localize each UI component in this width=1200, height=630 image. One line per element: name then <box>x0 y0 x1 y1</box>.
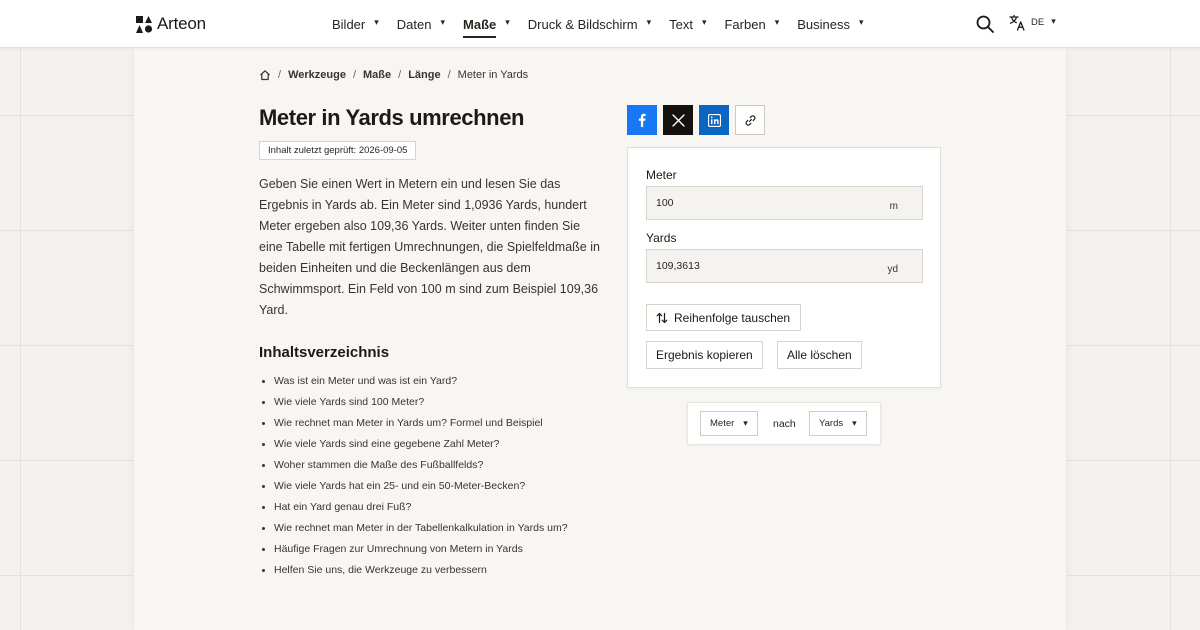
chevron-down-icon: ▾ <box>852 418 857 428</box>
top-navigation-bar: Arteon Bilder ▾ Daten ▾ Maße ▾ Druck & B… <box>0 0 1200 48</box>
search-button[interactable] <box>975 14 995 34</box>
breadcrumb-separator: / <box>352 69 356 81</box>
page-title: Meter in Yards umrechnen <box>259 105 525 130</box>
nav-item-text[interactable]: Text ▾ <box>669 17 706 32</box>
yards-field-wrapper: yd <box>646 249 923 283</box>
breadcrumb-current: Meter in Yards <box>457 69 529 81</box>
chevron-down-icon: ▾ <box>701 16 707 27</box>
copy-link-button[interactable] <box>735 105 765 135</box>
arteon-logo-mark-icon <box>136 15 153 33</box>
share-buttons <box>627 105 765 135</box>
unit-select-bar: Meter ▾ nach Yards ▾ <box>687 402 881 445</box>
nav-label: Business <box>797 16 850 32</box>
nav-item-daten[interactable]: Daten ▾ <box>397 17 445 32</box>
breadcrumb-separator: / <box>447 69 451 81</box>
language-switcher[interactable]: DE ▾ <box>1009 14 1056 31</box>
toc-item[interactable]: Was ist ein Meter und was ist ein Yard? <box>259 371 568 392</box>
chevron-down-icon: ▾ <box>743 418 748 428</box>
main-nav: Bilder ▾ Daten ▾ Maße ▾ Druck & Bildschi… <box>332 0 882 48</box>
yards-input[interactable] <box>647 250 922 282</box>
toc-item[interactable]: Woher stammen die Maße des Fußballfelds? <box>259 455 568 476</box>
breadcrumb-separator: / <box>398 69 402 81</box>
language-code: DE <box>1031 17 1045 28</box>
chevron-down-icon: ▾ <box>646 16 652 27</box>
translate-icon <box>1009 14 1025 31</box>
chevron-down-icon: ▾ <box>374 16 379 27</box>
toc-item[interactable]: Häufige Fragen zur Umrechnung von Metern… <box>259 539 568 560</box>
toc-item[interactable]: Wie rechnet man Meter in der Tabellenkal… <box>259 518 568 539</box>
chevron-down-icon: ▾ <box>505 16 510 27</box>
swap-order-button[interactable]: Reihenfolge tauschen <box>646 304 802 331</box>
swap-order-label: Reihenfolge tauschen <box>674 310 791 325</box>
share-linkedin-button[interactable] <box>699 105 729 135</box>
brand-logo[interactable]: Arteon <box>136 14 206 34</box>
chevron-down-icon: ▾ <box>1051 16 1056 26</box>
nav-label: Farben <box>724 16 766 32</box>
search-icon <box>976 15 994 33</box>
nav-label: Text <box>669 16 693 32</box>
toc-title: Inhaltsverzeichnis <box>259 344 390 361</box>
meter-label: Meter <box>646 168 677 182</box>
nav-label: Bilder <box>332 16 366 32</box>
from-unit-value: Meter <box>710 418 735 429</box>
last-reviewed-badge: Inhalt zuletzt geprüft: 2026-09-05 <box>259 141 417 160</box>
main-content: / Werkzeuge / Maße / Länge / Meter in Ya… <box>134 48 1066 630</box>
toc-item[interactable]: Wie viele Yards hat ein 25- und ein 50-M… <box>259 476 568 497</box>
nav-item-bilder[interactable]: Bilder ▾ <box>332 17 379 32</box>
facebook-icon <box>638 113 646 127</box>
nav-item-farben[interactable]: Farben ▾ <box>724 17 779 32</box>
nav-item-masse[interactable]: Maße ▾ <box>463 16 510 38</box>
nav-item-business[interactable]: Business ▾ <box>797 17 863 32</box>
x-icon <box>671 113 685 127</box>
yards-label: Yards <box>646 231 677 245</box>
meter-input[interactable] <box>647 187 922 219</box>
share-x-button[interactable] <box>663 105 693 135</box>
unit-converter: Meter m Yards yd Reihenfolge tauschen Er… <box>627 147 941 388</box>
nav-label: Daten <box>396 16 432 32</box>
copy-result-button[interactable]: Ergebnis kopieren <box>646 341 763 369</box>
toc-item[interactable]: Wie rechnet man Meter in Yards um? Forme… <box>259 413 568 434</box>
to-unit-select[interactable]: Yards ▾ <box>809 411 867 436</box>
nav-item-druck-bildschirm[interactable]: Druck & Bildschirm ▾ <box>528 17 651 32</box>
toc-list: Was ist ein Meter und was ist ein Yard? … <box>259 371 568 581</box>
linkedin-icon <box>707 113 721 127</box>
nav-label: Maße <box>463 16 497 38</box>
toc-item[interactable]: Hat ein Yard genau drei Fuß? <box>259 497 568 518</box>
brand-name: Arteon <box>157 14 206 33</box>
breadcrumb-item-laenge[interactable]: Länge <box>408 69 440 81</box>
clear-all-button[interactable]: Alle löschen <box>777 341 862 369</box>
meter-unit: m <box>889 201 898 212</box>
from-unit-select[interactable]: Meter ▾ <box>700 411 758 436</box>
chevron-down-icon: ▾ <box>774 16 780 27</box>
breadcrumb-item-werkzeuge[interactable]: Werkzeuge <box>288 69 346 81</box>
yards-unit: yd <box>887 264 898 275</box>
breadcrumb: / Werkzeuge / Maße / Länge / Meter in Ya… <box>259 69 528 81</box>
chevron-down-icon: ▾ <box>440 16 446 27</box>
intro-paragraph: Geben Sie einen Wert in Metern ein und l… <box>259 177 600 317</box>
breadcrumb-item-masse[interactable]: Maße <box>363 69 391 81</box>
meter-field-wrapper: m <box>646 186 923 220</box>
toc-item[interactable]: Wie viele Yards sind 100 Meter? <box>259 392 568 413</box>
unit-connector-label: nach <box>773 418 796 430</box>
chevron-down-icon: ▾ <box>858 16 864 27</box>
nav-label: Druck & Bildschirm <box>527 16 638 32</box>
share-facebook-button[interactable] <box>627 105 657 135</box>
swap-arrows-icon <box>656 312 668 323</box>
toc-item[interactable]: Wie viele Yards sind eine gegebene Zahl … <box>259 434 568 455</box>
home-icon[interactable] <box>259 69 271 81</box>
breadcrumb-separator: / <box>278 69 282 81</box>
link-icon <box>745 114 755 126</box>
to-unit-value: Yards <box>819 418 844 429</box>
toc-item[interactable]: Helfen Sie uns, die Werkzeuge zu verbess… <box>259 560 568 581</box>
